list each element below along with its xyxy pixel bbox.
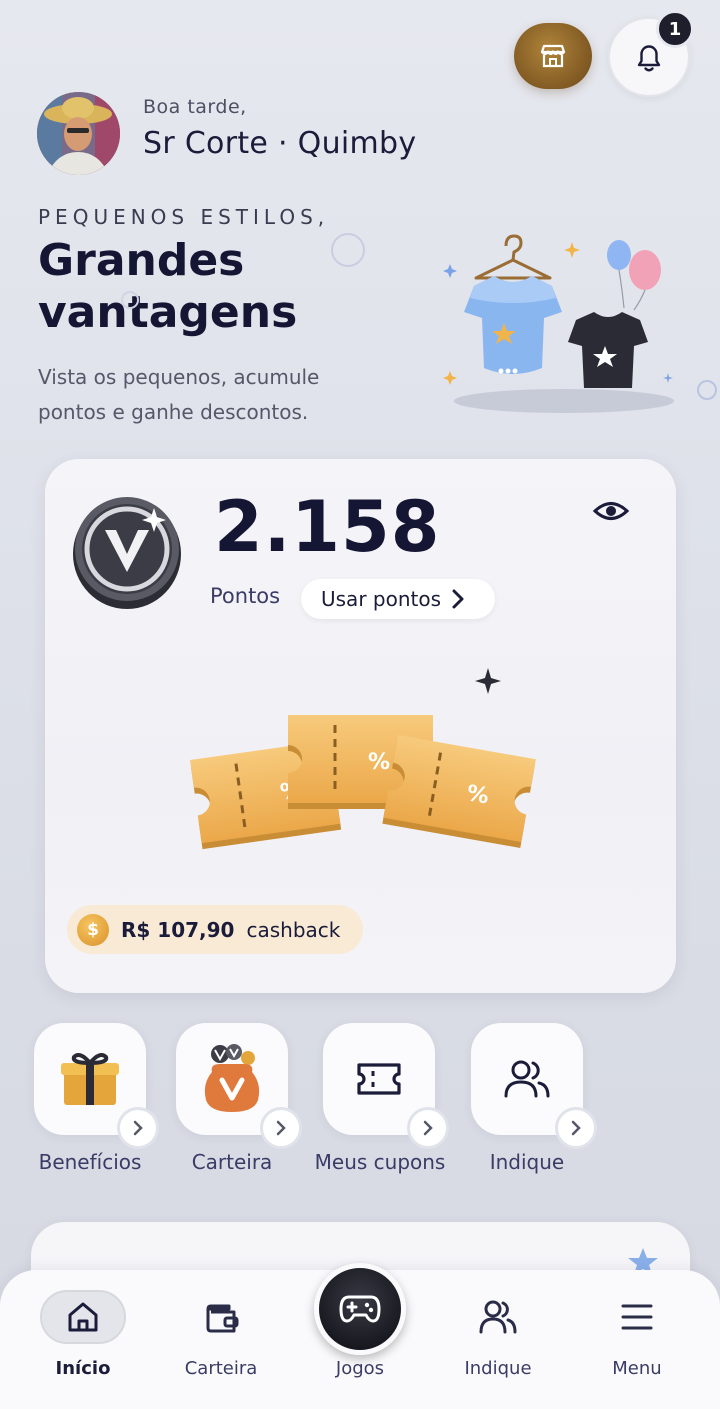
user-name: Sr Corte · Quimby xyxy=(143,126,417,161)
store-icon xyxy=(540,44,566,68)
nav-label: Carteira xyxy=(184,1358,258,1379)
nav-item-carteira[interactable]: Carteira xyxy=(161,1290,281,1390)
svg-text:%: % xyxy=(368,750,390,775)
use-points-button[interactable]: Usar pontos xyxy=(301,579,495,619)
nav-label: Menu xyxy=(612,1358,662,1379)
home-icon xyxy=(40,1290,126,1344)
svg-text:%: % xyxy=(465,781,491,809)
nav-item-inicio[interactable]: Início xyxy=(23,1290,143,1390)
points-value: 2.158 xyxy=(214,486,441,568)
avatar[interactable] xyxy=(37,92,120,175)
users-icon xyxy=(455,1290,541,1344)
cashback-value: R$ 107,90 xyxy=(121,917,235,942)
use-points-label: Usar pontos xyxy=(321,587,441,611)
kids-clothes-illustration xyxy=(443,234,674,413)
wallet-icon xyxy=(178,1290,264,1344)
notification-badge: 1 xyxy=(656,10,694,48)
nav-item-jogos[interactable]: Jogos xyxy=(300,1290,420,1390)
eye-icon[interactable] xyxy=(592,496,630,526)
nav-label: Jogos xyxy=(335,1358,385,1379)
store-button[interactable] xyxy=(514,23,592,89)
cashback-label: cashback xyxy=(246,917,341,942)
bell-icon xyxy=(637,45,661,72)
nav-label: Indique xyxy=(464,1358,532,1379)
points-brand-icon xyxy=(73,497,181,609)
coupons-illustration: % % % xyxy=(190,668,536,850)
chevron-right-icon[interactable] xyxy=(117,1107,159,1149)
coin-icon: $ xyxy=(77,913,109,946)
cashback-pill[interactable]: $ R$ 107,90 cashback xyxy=(67,905,363,954)
chevron-right-icon[interactable] xyxy=(555,1107,597,1149)
wallet-bag-icon xyxy=(204,1044,260,1112)
ticket-icon xyxy=(357,1063,401,1095)
shortcut-label: Meus cupons xyxy=(314,1150,446,1174)
nav-item-indique[interactable]: Indique xyxy=(438,1290,558,1390)
chevron-right-icon xyxy=(452,589,464,609)
greeting-text: Boa tarde, xyxy=(143,96,247,118)
nav-item-menu[interactable]: Menu xyxy=(577,1290,697,1390)
nav-label: Início xyxy=(55,1358,111,1379)
users-icon xyxy=(504,1060,550,1098)
chevron-right-icon[interactable] xyxy=(260,1107,302,1149)
shortcut-label: Benefícios xyxy=(38,1150,142,1174)
chevron-right-icon[interactable] xyxy=(407,1107,449,1149)
gift-icon xyxy=(61,1053,119,1105)
menu-icon xyxy=(594,1290,680,1344)
shortcut-label: Carteira xyxy=(191,1150,273,1174)
shortcut-label: Indique xyxy=(489,1150,565,1174)
points-label: Pontos xyxy=(210,584,281,608)
